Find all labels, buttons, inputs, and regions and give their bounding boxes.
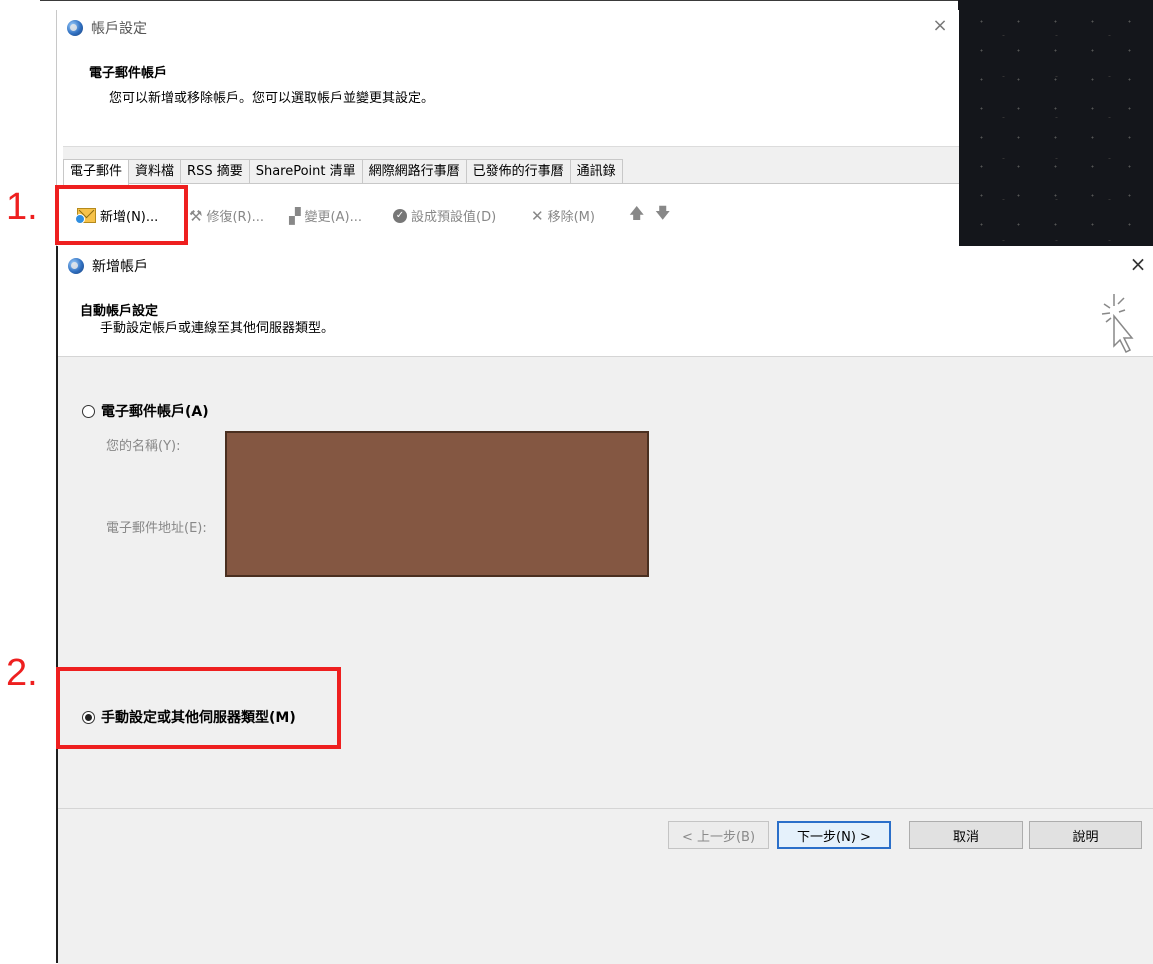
cursor-sparkle-icon: [1101, 294, 1134, 354]
set-default-label: 設成預設值(D): [411, 210, 497, 225]
email-accounts-heading: 電子郵件帳戶: [89, 66, 168, 81]
account-tabbar: 電子郵件 資料檔 RSS 摘要 SharePoint 清單 網際網路行事曆 已發…: [63, 159, 623, 185]
email-account-option[interactable]: 電子郵件帳戶(A): [82, 401, 209, 421]
email-address-label: 電子郵件地址(E):: [106, 521, 207, 536]
account-tabs-area: 電子郵件 資料檔 RSS 摘要 SharePoint 清單 網際網路行事曆 已發…: [63, 146, 959, 248]
account-settings-close-icon[interactable]: ×: [930, 16, 950, 36]
add-account-dialog: 新增帳戶 × 自動帳戶設定 手動設定帳戶或連線至其他伺服器類型。 電子郵件帳戶(…: [56, 246, 1153, 964]
cancel-button[interactable]: 取消: [909, 821, 1023, 849]
step-2-number: 2.: [6, 652, 38, 694]
repair-button[interactable]: ⚒ 修復(R)...: [189, 206, 264, 225]
account-settings-title: 帳戶設定: [91, 21, 147, 37]
step-1-number: 1.: [6, 186, 38, 228]
your-name-label: 您的名稱(Y):: [106, 439, 181, 454]
set-default-button[interactable]: ✓ 設成預設值(D): [393, 206, 496, 225]
tab-rss-feeds[interactable]: RSS 摘要: [180, 159, 250, 183]
outlook-globe-icon: [67, 20, 83, 36]
back-button[interactable]: < 上一步(B): [668, 821, 769, 849]
desktop-background: [958, 0, 1153, 246]
tab-sharepoint-lists[interactable]: SharePoint 清單: [248, 159, 363, 183]
email-account-radio[interactable]: [82, 404, 95, 418]
help-button[interactable]: 說明: [1029, 821, 1142, 849]
change-button[interactable]: ▞ 變更(A)...: [289, 206, 362, 225]
add-account-title: 新增帳戶: [92, 259, 148, 275]
account-settings-window: 帳戶設定 × 電子郵件帳戶 您可以新增或移除帳戶。您可以選取帳戶並變更其設定。 …: [56, 10, 959, 248]
tab-email[interactable]: 電子郵件: [63, 159, 130, 185]
tab-published-calendars[interactable]: 已發佈的行事曆: [465, 159, 571, 183]
change-label: 變更(A)...: [304, 210, 362, 225]
next-button[interactable]: 下一步(N) >: [777, 821, 891, 849]
outlook-globe-icon: [68, 258, 84, 274]
step-1-highlight-box: [55, 185, 188, 245]
arrow-down-icon: 🡇: [655, 204, 671, 222]
account-settings-titlebar: 帳戶設定: [67, 18, 147, 38]
remove-button[interactable]: ✕ 移除(M): [531, 206, 595, 225]
step-2-highlight-box: [56, 667, 341, 749]
repair-tools-icon: ⚒: [189, 206, 203, 225]
top-strip-line: [40, 0, 958, 1]
repair-label: 修復(R)...: [206, 210, 265, 225]
email-accounts-description: 您可以新增或移除帳戶。您可以選取帳戶並變更其設定。: [109, 91, 435, 106]
auto-account-setup-description: 手動設定帳戶或連線至其他伺服器類型。: [100, 321, 335, 336]
account-toolbar: 新增(N)... ⚒ 修復(R)... ▞ 變更(A)... ✓ 設成預設值(D…: [63, 183, 959, 248]
checkmark-icon: ✓: [393, 208, 407, 223]
tab-data-files[interactable]: 資料檔: [128, 159, 182, 183]
add-account-titlebar: 新增帳戶: [68, 256, 148, 276]
move-up-button[interactable]: 🡅: [629, 204, 645, 222]
remove-x-icon: ✕: [531, 206, 544, 225]
change-icon: ▞: [289, 206, 301, 225]
redacted-input-fields: [225, 431, 649, 577]
add-account-footer: < 上一步(B) 下一步(N) > 取消 說明: [58, 808, 1153, 964]
move-down-button[interactable]: 🡇: [655, 204, 671, 222]
tab-internet-calendars[interactable]: 網際網路行事曆: [361, 159, 467, 183]
email-account-label: 電子郵件帳戶(A): [101, 404, 209, 420]
tab-address-books[interactable]: 通訊錄: [569, 159, 623, 183]
top-strip: [0, 0, 958, 10]
arrow-up-icon: 🡅: [629, 204, 645, 222]
remove-label: 移除(M): [547, 210, 595, 225]
add-account-close-icon[interactable]: ×: [1128, 252, 1148, 276]
